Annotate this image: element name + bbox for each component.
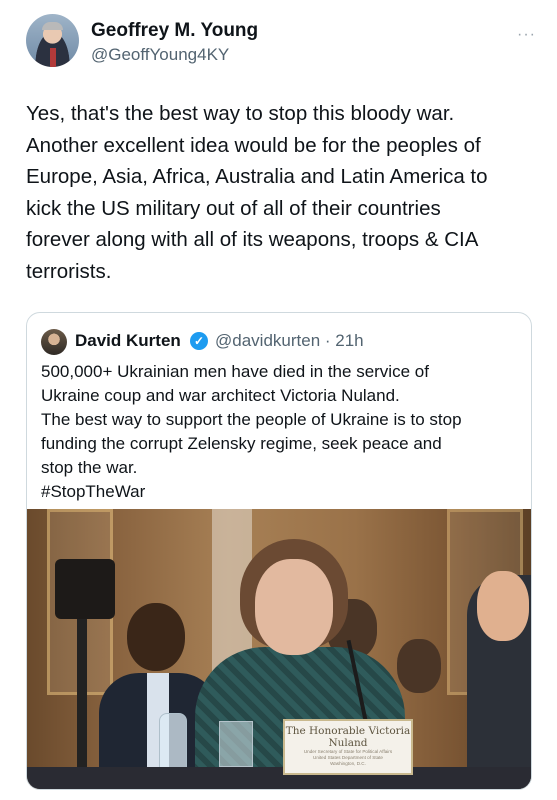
quoted-author-name[interactable]: David Kurten — [75, 331, 181, 351]
quoted-author-handle[interactable]: @davidkurten · 21h — [215, 331, 364, 351]
more-options-icon[interactable]: ··· — [517, 26, 536, 44]
man-head — [127, 603, 185, 671]
avatar-tie — [50, 48, 56, 67]
author-avatar[interactable] — [26, 14, 79, 67]
nameplate-title: The Honorable Victoria Nuland — [285, 725, 411, 749]
right-person-head — [477, 571, 529, 641]
author-handle[interactable]: @GeoffYoung4KY — [91, 45, 229, 65]
tweet-header: Geoffrey M. Young @GeoffYoung4KY ··· — [26, 14, 536, 70]
quoted-author-avatar[interactable] — [41, 329, 67, 355]
quoted-tweet-photo[interactable]: The Honorable Victoria Nuland Under Secr… — [27, 509, 531, 789]
avatar-hair — [42, 22, 63, 30]
hearing-table — [27, 767, 531, 789]
verified-badge-icon: ✓ — [190, 332, 208, 350]
right-person — [467, 571, 531, 789]
nameplate-line: Washington, D.C. — [330, 761, 366, 766]
tweet-text: Yes, that's the best way to stop this bl… — [26, 102, 488, 283]
water-bottle — [159, 713, 187, 775]
quoted-tweet[interactable]: David Kurten ✓ @davidkurten · 21h 500,00… — [26, 312, 532, 790]
quoted-tweet-text: 500,000+ Ukrainian men have died in the … — [41, 362, 462, 501]
woman-face — [255, 559, 333, 655]
author-name[interactable]: Geoffrey M. Young — [91, 20, 258, 42]
nameplate: The Honorable Victoria Nuland Under Secr… — [283, 719, 413, 775]
camera-tripod — [77, 619, 87, 789]
water-glass — [219, 721, 253, 767]
